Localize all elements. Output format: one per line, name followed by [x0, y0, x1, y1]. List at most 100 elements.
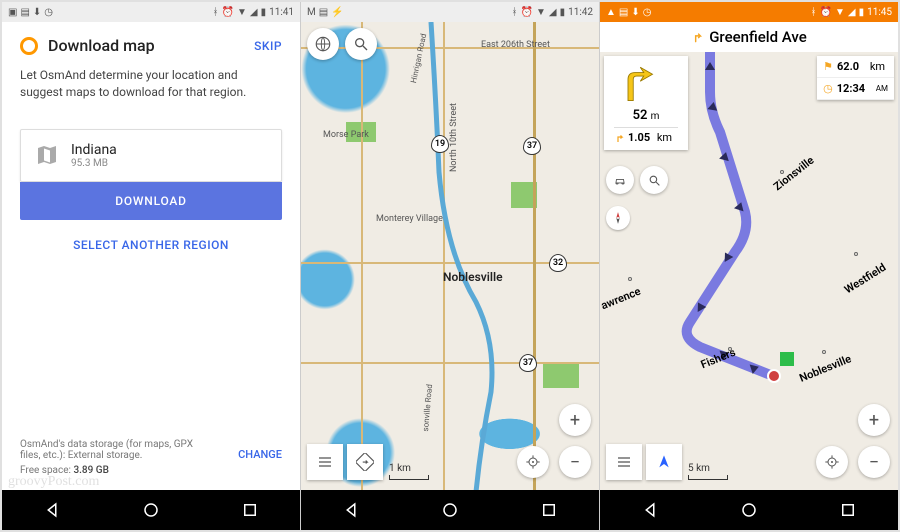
zoom-in-button[interactable]: +: [559, 404, 591, 436]
gmail-icon: M: [307, 7, 316, 18]
city-dot: [854, 252, 858, 256]
turn-right-mini-icon: [614, 132, 626, 144]
android-nav-bar: [2, 490, 300, 530]
city-dot: [822, 350, 826, 354]
back-icon[interactable]: [43, 501, 61, 519]
home-icon[interactable]: [441, 501, 459, 519]
description-text: Let OsmAnd determine your location and s…: [20, 67, 282, 101]
turn-distance: 52 m: [614, 108, 678, 123]
route-shield: 32: [549, 254, 567, 272]
recent-icon[interactable]: [839, 501, 857, 519]
clock: 11:42: [568, 7, 593, 18]
notification-icon: ▤: [319, 7, 328, 18]
scale-indicator: 1 km: [389, 463, 429, 480]
turn-instruction-card[interactable]: 52 m 1.05 km: [604, 56, 688, 150]
directions-button[interactable]: [347, 444, 383, 480]
road-label: North 10th Street: [449, 103, 459, 172]
search-button[interactable]: [345, 28, 377, 60]
place-label: Monterey Village: [376, 214, 443, 224]
wifi-icon: ▼: [237, 7, 247, 18]
bluetooth-icon: ᚼ: [213, 7, 219, 18]
download-button[interactable]: DOWNLOAD: [20, 182, 282, 220]
search-button[interactable]: [640, 166, 668, 194]
skip-button[interactable]: SKIP: [254, 39, 282, 53]
battery-icon: ▮: [261, 7, 267, 18]
search-icon: [648, 174, 661, 187]
screen-download-map: ▣ ▤ ⬇ ◷ ᚼ ⏰ ▼ ◢ ▮ 11:41 Download map SKI…: [2, 2, 301, 530]
remaining-distance: ⚑ 62.0 km: [817, 56, 894, 78]
car-icon: [613, 173, 627, 187]
zoom-out-button[interactable]: −: [858, 446, 890, 478]
eta: ◷ 12:34 AM: [817, 78, 894, 100]
zoom-out-button[interactable]: −: [559, 446, 591, 478]
watermark: groovyPost.com: [8, 474, 99, 490]
city-label-noblesville: Noblesville: [443, 270, 503, 284]
nav-arrow-icon: [656, 454, 672, 470]
map-canvas[interactable]: East 206th Street Morse Park Monterey Vi…: [301, 22, 599, 490]
destination-flag-icon: [780, 352, 794, 366]
hamburger-icon: [616, 454, 632, 470]
change-storage-button[interactable]: CHANGE: [238, 448, 282, 461]
map-suggestion-card[interactable]: Indiana 95.3 MB: [20, 129, 282, 182]
next-street-header: Greenfield Ave: [600, 22, 898, 52]
turn-right-mini-icon: [691, 30, 705, 44]
trip-info-card[interactable]: ⚑ 62.0 km ◷ 12:34 AM: [817, 56, 894, 100]
compass-icon: [611, 211, 625, 225]
recent-icon[interactable]: [241, 501, 259, 519]
globe-button[interactable]: [307, 28, 339, 60]
back-icon[interactable]: [641, 501, 659, 519]
bluetooth-icon: ᚼ: [811, 7, 817, 18]
battery-icon: ▮: [859, 7, 865, 18]
notification-icon: ▤: [619, 7, 628, 18]
home-icon[interactable]: [740, 501, 758, 519]
sync-icon: ◷: [643, 7, 652, 18]
compass-button[interactable]: [606, 206, 630, 230]
locate-button[interactable]: [816, 446, 848, 478]
park-label: Morse Park: [323, 130, 369, 140]
road-label: East 206th Street: [481, 40, 550, 50]
next-turn: 1.05 km: [614, 127, 678, 144]
navigation-arrow-button[interactable]: [646, 444, 682, 480]
osmand-logo-icon: [20, 37, 38, 55]
current-position-icon: [766, 368, 782, 384]
nav-map-canvas[interactable]: Zionsville Westfield awrence Fishers Nob…: [600, 52, 898, 490]
back-icon[interactable]: [342, 501, 360, 519]
sync-icon: ◷: [44, 7, 53, 18]
route-shield: 37: [519, 354, 537, 372]
signal-icon: ◢: [250, 7, 258, 18]
route-shield: 37: [523, 137, 541, 155]
globe-icon: [314, 35, 332, 53]
nav-icon: ▲: [606, 7, 616, 18]
android-nav-bar: [301, 490, 599, 530]
screen-navigation: ▲ ▤ ⬇ ◷ ᚼ ⏰ ▼ ◢ ▮ 11:45 Greenfield Ave: [600, 2, 898, 530]
home-icon[interactable]: [142, 501, 160, 519]
zoom-in-button[interactable]: +: [858, 404, 890, 436]
status-bar: ▲ ▤ ⬇ ◷ ᚼ ⏰ ▼ ◢ ▮ 11:45: [600, 2, 898, 22]
screen-map-view: M ▤ ⚡ ᚼ ⏰ ▼ ◢ ▮ 11:42: [301, 2, 600, 530]
select-another-region-button[interactable]: SELECT ANOTHER REGION: [20, 220, 282, 270]
recent-icon[interactable]: [540, 501, 558, 519]
turn-right-arrow-icon: [614, 62, 656, 104]
search-icon: [353, 36, 369, 52]
lightning-icon: ⚡: [331, 7, 343, 18]
locate-button[interactable]: [517, 446, 549, 478]
signal-icon: ◢: [549, 7, 557, 18]
status-bar: M ▤ ⚡ ᚼ ⏰ ▼ ◢ ▮ 11:42: [301, 2, 599, 22]
download-icon: ⬇: [631, 7, 639, 18]
city-dot: [628, 277, 632, 281]
scale-indicator: 5 km: [688, 463, 728, 480]
vehicle-mode-button[interactable]: [606, 166, 634, 194]
menu-button[interactable]: [606, 444, 642, 480]
clock-icon: ◷: [823, 82, 833, 95]
download-icon: ⬇: [33, 7, 41, 18]
storage-note: OsmAnd's data storage (for maps, GPX fil…: [20, 439, 200, 461]
bluetooth-icon: ᚼ: [512, 7, 518, 18]
alarm-icon: ⏰: [222, 7, 234, 18]
status-bar: ▣ ▤ ⬇ ◷ ᚼ ⏰ ▼ ◢ ▮ 11:41: [2, 2, 300, 22]
hamburger-icon: [317, 454, 333, 470]
crosshair-icon: [525, 454, 541, 470]
map-name: Indiana: [71, 142, 117, 158]
battery-icon: ▮: [560, 7, 566, 18]
route-shield: 19: [431, 135, 449, 153]
menu-button[interactable]: [307, 444, 343, 480]
